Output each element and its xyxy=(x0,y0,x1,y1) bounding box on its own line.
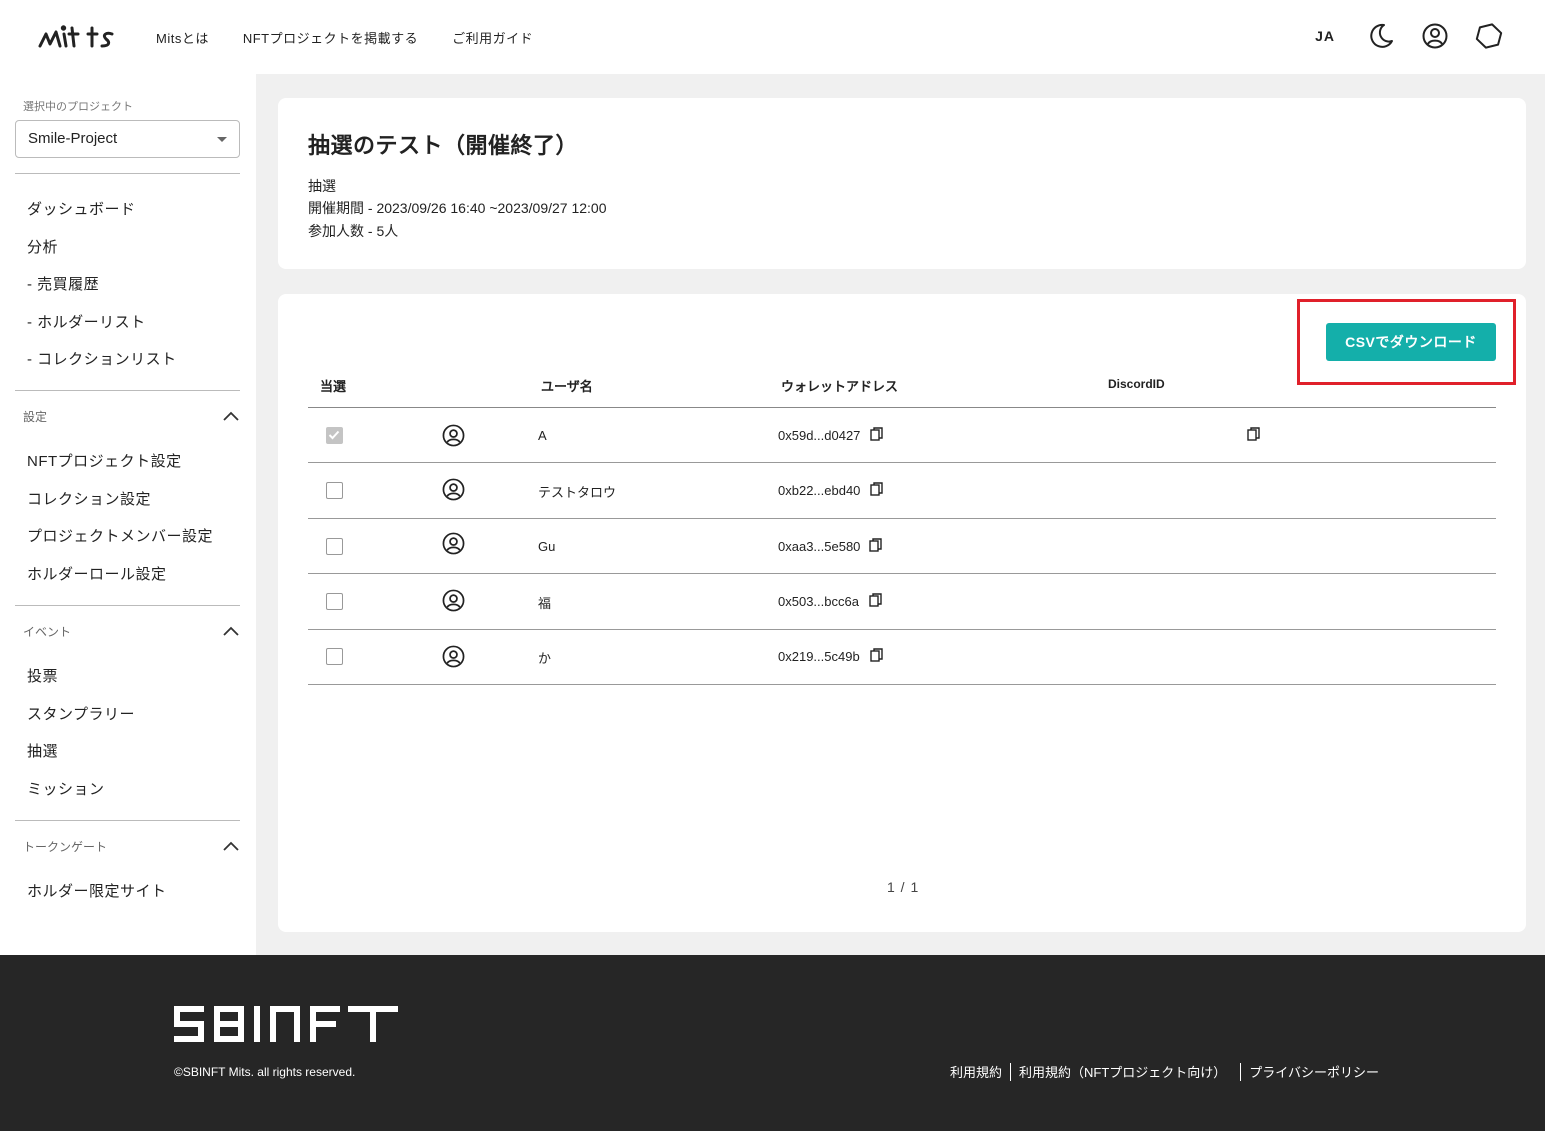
chevron-down-icon xyxy=(217,137,227,142)
column-header-winner: 当選 xyxy=(320,379,347,394)
wallet-address: 0xaa3...5e580 xyxy=(778,539,861,554)
user-avatar-icon xyxy=(442,478,465,501)
column-header-discord: DiscordID xyxy=(1108,377,1165,391)
row-divider xyxy=(308,629,1496,630)
sidebar: 選択中のプロジェクト Smile-Project ダッシュボード 分析 - 売買… xyxy=(0,74,256,955)
settings-section-header[interactable]: 設定 xyxy=(23,407,240,425)
mits-logo[interactable] xyxy=(36,22,116,52)
project-select-value: Smile-Project xyxy=(28,130,118,147)
column-header-wallet: ウォレットアドレス xyxy=(781,379,899,394)
sidebar-item-nft-project-settings[interactable]: NFTプロジェクト設定 xyxy=(27,450,182,471)
winner-checkbox[interactable] xyxy=(326,593,343,610)
account-icon[interactable] xyxy=(1419,20,1451,52)
copyright-text: ©SBINFT Mits. all rights reserved. xyxy=(174,1065,356,1079)
sidebar-item-analytics[interactable]: 分析 xyxy=(27,236,58,257)
wallet-address: 0x503...bcc6a xyxy=(778,594,859,609)
footer: ©SBINFT Mits. all rights reserved. 利用規約 … xyxy=(0,955,1545,1131)
sidebar-item-sales-history[interactable]: - 売買履歴 xyxy=(27,273,99,294)
footer-link-separator xyxy=(1010,1062,1012,1081)
events-section-title: イベント xyxy=(23,624,72,639)
wallet-address: 0x59d...d0427 xyxy=(778,428,861,443)
sidebar-item-holder-role-settings[interactable]: ホルダーロール設定 xyxy=(27,563,167,584)
footer-link-separator xyxy=(1240,1062,1242,1081)
winner-checkbox[interactable] xyxy=(326,538,343,555)
settings-section-title: 設定 xyxy=(23,409,48,424)
row-divider xyxy=(308,518,1496,519)
pagination: 1 / 1 xyxy=(887,879,920,895)
divider xyxy=(15,605,240,606)
chevron-up-icon xyxy=(223,841,239,851)
copy-discord-icon[interactable] xyxy=(1247,427,1260,441)
footer-link-terms-nft[interactable]: 利用規約（NFTプロジェクト向け） xyxy=(1019,1062,1226,1081)
wallet-address: 0x219...5c49b xyxy=(778,649,860,664)
top-header: Mitsとは NFTプロジェクトを掲載する ご利用ガイド JA xyxy=(0,0,1545,74)
network-icon[interactable] xyxy=(1473,20,1505,52)
username: 福 xyxy=(538,596,552,611)
winner-checkbox[interactable] xyxy=(326,482,343,499)
copy-icon[interactable] xyxy=(870,648,883,662)
sidebar-item-vote[interactable]: 投票 xyxy=(27,665,58,686)
sidebar-item-collection-settings[interactable]: コレクション設定 xyxy=(27,488,151,509)
token-gate-section-title: トークンゲート xyxy=(23,839,108,854)
footer-links: 利用規約 利用規約（NFTプロジェクト向け） プライバシーポリシー xyxy=(950,1062,1379,1081)
nav-about[interactable]: Mitsとは xyxy=(156,28,209,47)
project-select-label: 選択中のプロジェクト xyxy=(23,101,133,113)
sidebar-item-stamp-rally[interactable]: スタンプラリー xyxy=(27,703,135,724)
user-avatar-icon xyxy=(442,589,465,612)
user-avatar-icon xyxy=(442,532,465,555)
user-avatar-icon xyxy=(442,645,465,668)
main-nav: Mitsとは NFTプロジェクトを掲載する ご利用ガイド xyxy=(156,28,533,47)
username: Gu xyxy=(538,539,556,554)
sidebar-item-dashboard[interactable]: ダッシュボード xyxy=(27,198,136,219)
csv-download-button[interactable]: CSVでダウンロード xyxy=(1326,323,1496,361)
sidebar-item-lottery[interactable]: 抽選 xyxy=(27,740,58,761)
copy-icon[interactable] xyxy=(870,482,883,496)
participant-count: 参加人数 - 5人 xyxy=(308,223,399,239)
lottery-info-card: 抽選のテスト（開催終了） 抽選 開催期間 - 2023/09/26 16:40 … xyxy=(278,98,1526,269)
header-actions: JA xyxy=(1315,20,1505,52)
row-divider xyxy=(308,573,1496,574)
username: テストタロウ xyxy=(538,485,617,500)
nav-guide[interactable]: ご利用ガイド xyxy=(452,28,533,47)
divider xyxy=(15,173,240,174)
column-header-username: ユーザ名 xyxy=(541,379,593,394)
token-gate-section-header[interactable]: トークンゲート xyxy=(23,837,240,855)
sidebar-item-mission[interactable]: ミッション xyxy=(27,778,105,799)
copy-icon[interactable] xyxy=(869,538,882,552)
table-header-divider xyxy=(308,407,1496,408)
sidebar-item-collection-list[interactable]: - コレクションリスト xyxy=(27,348,177,369)
row-divider xyxy=(308,684,1496,685)
winner-checkbox[interactable] xyxy=(326,648,343,665)
wallet-address: 0xb22...ebd40 xyxy=(778,483,861,498)
language-switcher[interactable]: JA xyxy=(1315,28,1335,44)
row-divider xyxy=(308,462,1496,463)
sbinft-logo[interactable] xyxy=(174,1006,398,1042)
results-card xyxy=(278,294,1526,932)
project-select[interactable]: Smile-Project xyxy=(15,120,240,158)
lottery-period: 開催期間 - 2023/09/26 16:40 ~2023/09/27 12:0… xyxy=(308,200,607,216)
sidebar-item-holder-list[interactable]: - ホルダーリスト xyxy=(27,311,146,332)
sidebar-item-holder-site[interactable]: ホルダー限定サイト xyxy=(27,880,167,901)
copy-icon[interactable] xyxy=(870,427,883,441)
username: A xyxy=(538,428,547,443)
divider xyxy=(15,820,240,821)
events-section-header[interactable]: イベント xyxy=(23,622,240,640)
sidebar-item-member-settings[interactable]: プロジェクトメンバー設定 xyxy=(27,525,213,546)
chevron-up-icon xyxy=(223,626,239,636)
page-title: 抽選のテスト（開催終了） xyxy=(308,133,579,158)
user-avatar-icon xyxy=(442,424,465,447)
lottery-type: 抽選 xyxy=(308,178,336,194)
chevron-up-icon xyxy=(223,411,239,421)
nav-list-project[interactable]: NFTプロジェクトを掲載する xyxy=(243,28,418,47)
footer-link-privacy[interactable]: プライバシーポリシー xyxy=(1249,1062,1379,1081)
username: か xyxy=(538,651,552,666)
winner-checkbox[interactable] xyxy=(326,427,343,444)
moon-icon[interactable] xyxy=(1365,20,1397,52)
divider xyxy=(15,390,240,391)
footer-link-terms[interactable]: 利用規約 xyxy=(950,1062,1002,1081)
copy-icon[interactable] xyxy=(869,593,882,607)
